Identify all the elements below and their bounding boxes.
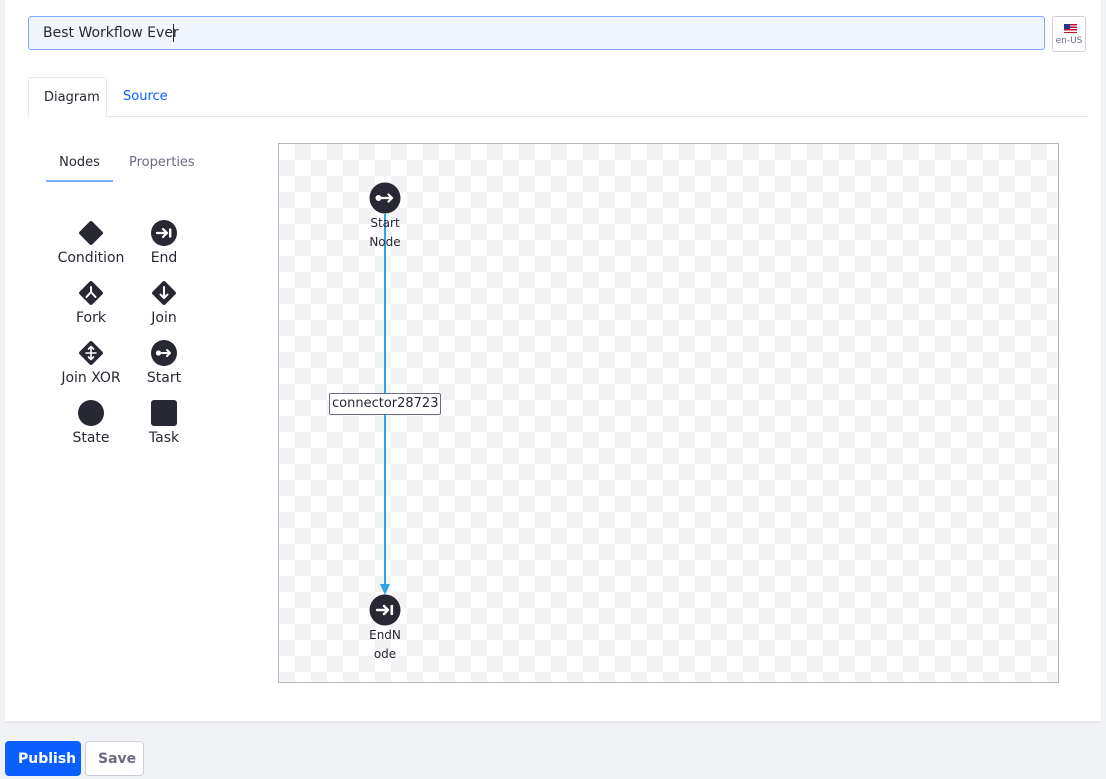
palette-item-join-xor[interactable]: Join XOR	[54, 339, 128, 386]
us-flag-icon	[1064, 24, 1077, 33]
diagram-node-end[interactable]: EndNode	[360, 594, 410, 664]
end-arrow-icon	[151, 220, 177, 246]
tab-source[interactable]: Source	[108, 77, 183, 116]
start-icon	[151, 340, 177, 366]
save-button[interactable]: Save	[85, 741, 144, 776]
join-xor-icon	[79, 341, 103, 365]
palette-label: Condition	[57, 250, 125, 266]
subtab-nodes[interactable]: Nodes	[46, 148, 113, 182]
publish-button[interactable]: Publish	[5, 741, 81, 776]
palette-item-fork[interactable]: Fork	[54, 279, 128, 326]
editor-tabs: Diagram Source	[28, 77, 1088, 117]
palette-label: End	[150, 250, 178, 266]
diagram-node-label: StartNode	[369, 216, 401, 249]
palette-item-end[interactable]: End	[127, 219, 201, 266]
subtab-properties[interactable]: Properties	[129, 148, 195, 182]
palette-label: Task	[148, 430, 180, 446]
connector-label[interactable]: connector28723	[329, 393, 442, 415]
end-arrow-icon	[369, 594, 401, 626]
condition-diamond-icon	[79, 221, 103, 245]
palette-label: Fork	[76, 310, 106, 326]
diagram-node-start[interactable]: StartNode	[360, 182, 410, 252]
palette-item-task[interactable]: Task	[127, 399, 201, 446]
palette-item-join[interactable]: Join	[127, 279, 201, 326]
diagram-canvas[interactable]: StartNode connector28723 EndNode	[278, 143, 1059, 683]
language-selector-button[interactable]: en-US	[1052, 16, 1086, 52]
palette-item-condition[interactable]: Condition	[54, 219, 128, 266]
workflow-title-input[interactable]	[28, 16, 1045, 50]
text-caret	[173, 24, 174, 42]
palette-item-state[interactable]: State	[54, 399, 128, 446]
palette-label: Join XOR	[61, 370, 121, 386]
join-icon	[152, 281, 176, 305]
start-icon	[369, 182, 401, 214]
palette-item-start[interactable]: Start	[127, 339, 201, 386]
fork-icon	[79, 281, 103, 305]
state-circle-icon	[78, 400, 104, 426]
palette-label: State	[72, 430, 110, 446]
workflow-editor-card: en-US Diagram Source Nodes Properties Co…	[5, 0, 1101, 722]
language-code: en-US	[1055, 36, 1083, 46]
palette-label: Join	[151, 310, 177, 326]
diagram-node-label: EndNode	[369, 628, 401, 661]
task-square-icon	[151, 400, 177, 426]
palette-label: Start	[146, 370, 182, 386]
sidebar-subtabs: Nodes Properties	[46, 148, 206, 182]
tab-diagram[interactable]: Diagram	[28, 77, 107, 117]
